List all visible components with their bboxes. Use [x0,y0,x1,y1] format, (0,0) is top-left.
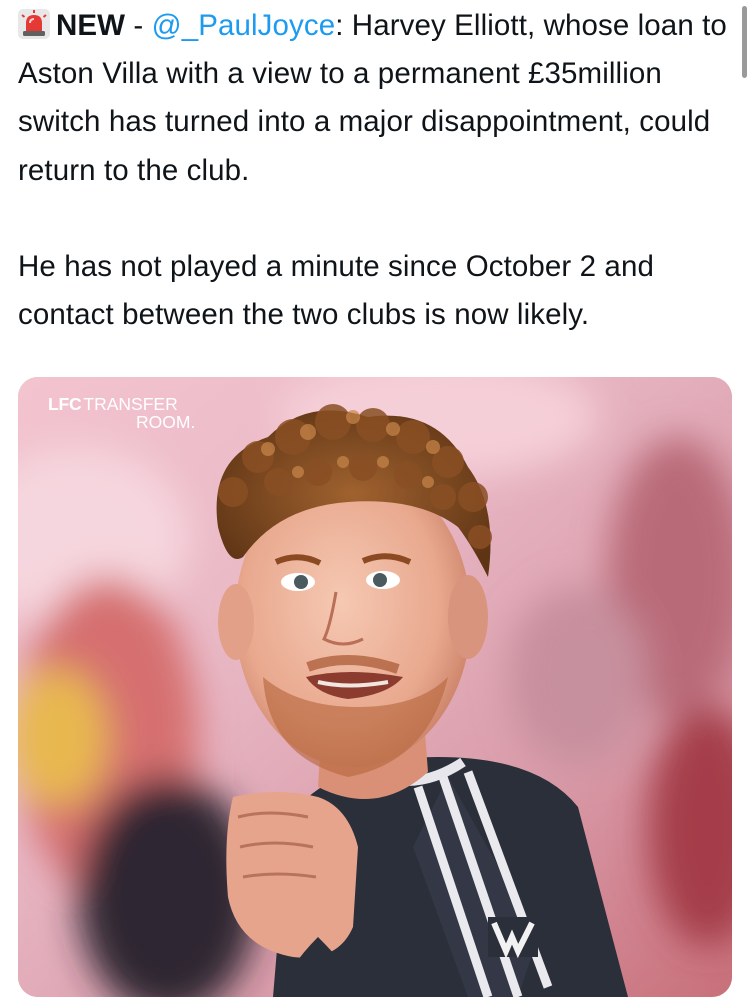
tweet-paragraph-1: NEW - @_PaulJoyce: Harvey Elliott, whose… [18,2,730,195]
watermark-transfer: TRANSFER [83,394,178,414]
tweet-text: NEW - @_PaulJoyce: Harvey Elliott, whose… [18,2,730,339]
tweet-media-image[interactable]: LFC TRANSFER ROOM. [18,377,732,997]
watermark-lfc: LFC [48,394,82,414]
scrollbar[interactable] [742,6,747,78]
dash-separator: - [125,9,152,42]
watermark-room: ROOM. [136,412,196,432]
mention-link[interactable]: @_PaulJoyce [152,9,336,42]
siren-emoji-icon [18,6,50,39]
tweet-paragraph-2: He has not played a minute since October… [18,249,654,332]
lfc-transfer-room-logo: LFC TRANSFER ROOM. [48,395,228,445]
new-label: NEW [56,9,126,42]
player-photo [18,377,732,997]
